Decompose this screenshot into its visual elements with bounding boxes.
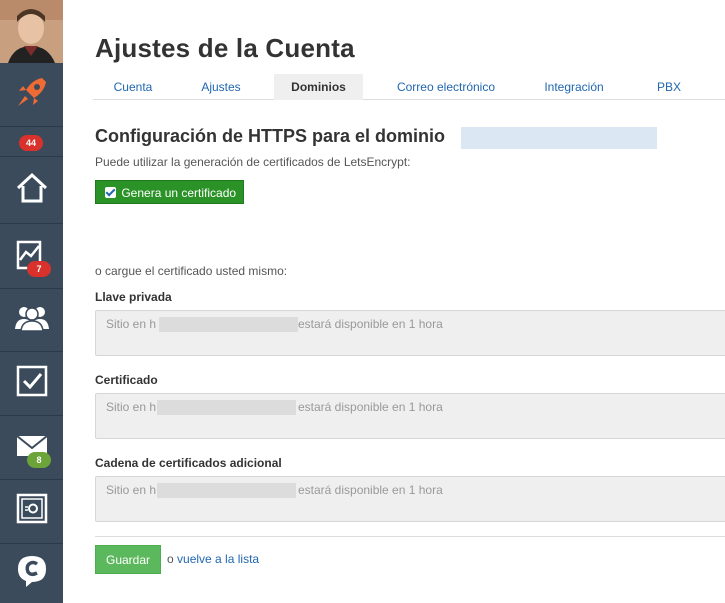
certificate-placeholder-suffix: estará disponible en 1 hora (298, 400, 443, 414)
private-key-placeholder-prefix: Sitio en h (106, 317, 157, 331)
avatar[interactable] (0, 0, 63, 63)
activity-badge: 7 (27, 261, 51, 277)
tab-dominios[interactable]: Dominios (274, 74, 363, 100)
letsencrypt-hint: Puede utilizar la generación de certific… (95, 155, 411, 169)
sidebar-item-contacts[interactable] (0, 289, 63, 352)
sidebar-item-activity[interactable]: 7 (0, 224, 63, 289)
sidebar-badge-row: 44 (0, 127, 63, 157)
site-url-redacted (159, 317, 298, 332)
site-url-redacted (157, 400, 296, 415)
tab-pbx[interactable]: PBX (649, 74, 689, 100)
sidebar-item-chat[interactable] (0, 544, 63, 603)
certificate-field[interactable]: Sitio en h estará disponible en 1 hora (95, 393, 725, 439)
back-to-list: o vuelve a la lista (167, 552, 259, 566)
main-content: Ajustes de la Cuenta Cuenta Ajustes Domi… (63, 0, 725, 603)
generate-certificate-button[interactable]: Genera un certificado (95, 180, 244, 204)
upload-own-hint: o cargue el certificado usted mismo: (95, 264, 288, 278)
back-to-list-link[interactable]: vuelve a la lista (177, 552, 259, 566)
rocket-icon (14, 74, 50, 115)
sidebar: 44 7 8 (0, 0, 63, 603)
chain-label: Cadena de certificados adicional (95, 456, 282, 470)
checkbox-checked-icon (105, 187, 116, 198)
private-key-placeholder-suffix: estará disponible en 1 hora (298, 317, 443, 331)
private-key-label: Llave privada (95, 290, 172, 304)
sidebar-item-mail[interactable]: 8 (0, 416, 63, 480)
sidebar-item-safe[interactable] (0, 480, 63, 544)
tab-cuenta[interactable]: Cuenta (93, 74, 173, 100)
home-icon (15, 171, 49, 210)
page-title: Ajustes de la Cuenta (95, 33, 355, 63)
form-divider (95, 536, 725, 537)
tab-integracion[interactable]: Integración (534, 74, 614, 100)
tab-ajustes[interactable]: Ajustes (181, 74, 261, 100)
or-text: o (167, 552, 174, 566)
notification-badge: 44 (19, 135, 43, 151)
people-icon (14, 303, 50, 338)
https-section-title: Configuración de HTTPS para el dominio (95, 126, 446, 146)
tab-bar: Cuenta Ajustes Dominios Correo electróni… (93, 74, 725, 100)
mail-badge: 8 (27, 452, 51, 468)
chain-field[interactable]: Sitio en h estará disponible en 1 hora (95, 476, 725, 522)
generate-certificate-label: Genera un certificado (121, 186, 237, 200)
private-key-field[interactable]: Sitio en h estará disponible en 1 hora (95, 310, 725, 356)
site-url-redacted (157, 483, 296, 498)
chain-placeholder-suffix: estará disponible en 1 hora (298, 483, 443, 497)
certificate-placeholder-prefix: Sitio en h (106, 400, 157, 414)
tab-correo[interactable]: Correo electrónico (384, 74, 508, 100)
chain-placeholder-prefix: Sitio en h (106, 483, 157, 497)
sidebar-item-rocket[interactable] (0, 63, 63, 127)
sidebar-item-tasks[interactable] (0, 352, 63, 416)
checkbox-icon (16, 365, 48, 402)
sidebar-item-home[interactable] (0, 158, 63, 224)
save-button[interactable]: Guardar (95, 545, 161, 574)
certificate-label: Certificado (95, 373, 158, 387)
domain-name-redacted (461, 127, 657, 149)
chat-c-icon (16, 554, 48, 593)
safe-icon (16, 493, 48, 530)
